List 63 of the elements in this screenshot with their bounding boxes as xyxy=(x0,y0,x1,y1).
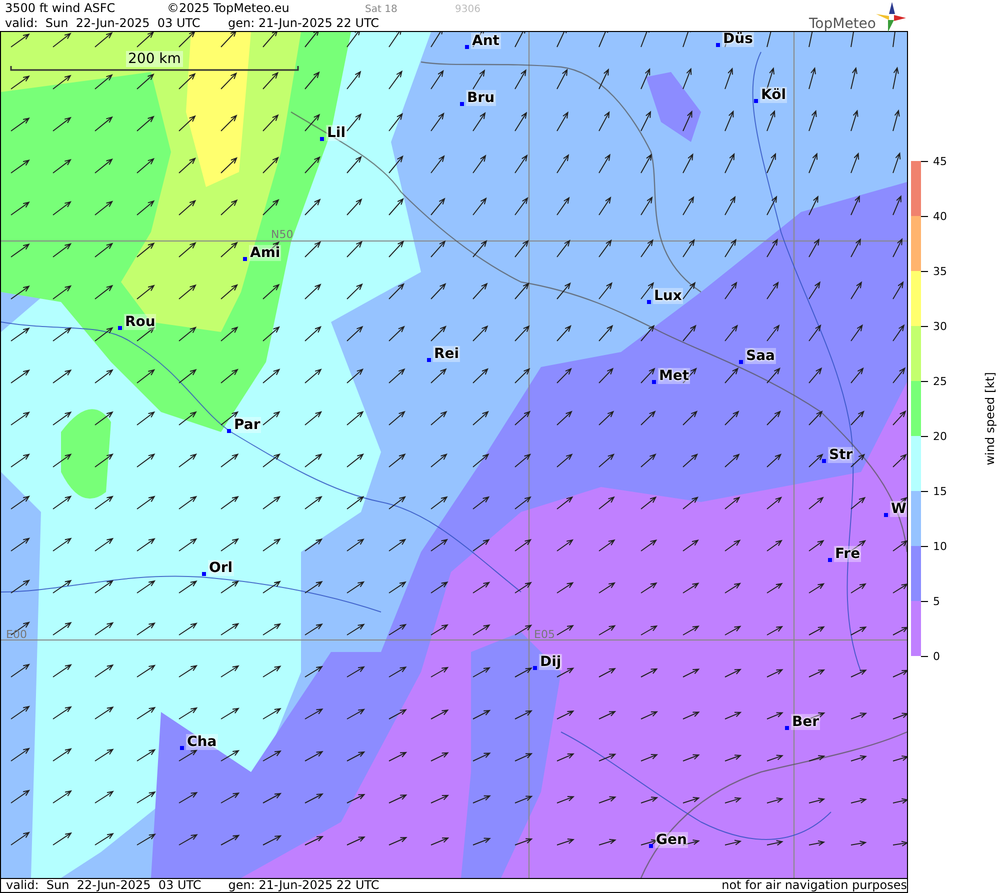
disclaimer-text: not for air navigation purposes xyxy=(722,878,907,893)
city-marker xyxy=(647,300,651,304)
valid-time: valid: Sun 22-Jun-2025 03 UTC xyxy=(5,16,202,30)
city-marker xyxy=(739,360,743,364)
generated-time: gen: 21-Jun-2025 22 UTC xyxy=(228,16,380,30)
tick-label: 45 xyxy=(933,154,947,168)
valid-time: valid: Sun 22-Jun-2025 03 UTC xyxy=(6,878,202,893)
generated-time: gen: 21-Jun-2025 22 UTC xyxy=(228,878,380,893)
compass-star-icon xyxy=(876,2,906,32)
city-label: Str xyxy=(828,447,854,463)
copyright-text: ©2025 TopMeteo.eu xyxy=(167,0,290,16)
tick-label: 0 xyxy=(933,650,940,662)
tick-label: 20 xyxy=(933,430,947,442)
city-label: Met xyxy=(658,368,690,384)
city-marker xyxy=(243,257,247,261)
tick-label: 5 xyxy=(933,594,940,608)
city-label: Saa xyxy=(745,348,776,364)
city-label: Rei xyxy=(433,346,460,362)
city-label: Fre xyxy=(834,546,862,562)
tick-label: 10 xyxy=(933,540,947,552)
scale-label: 200 km xyxy=(126,51,183,67)
grid-label: E05 xyxy=(534,628,555,641)
logo-text: TopMeteo xyxy=(809,16,876,32)
tick-label: 35 xyxy=(933,264,947,278)
city-marker xyxy=(652,380,656,384)
city-marker xyxy=(118,326,122,330)
city-label: Cha xyxy=(186,734,218,750)
city-marker xyxy=(822,459,826,463)
city-marker xyxy=(716,43,720,47)
slot-label: Sat 18 xyxy=(365,2,398,16)
city-label: Köl xyxy=(760,87,788,103)
city-label: Par xyxy=(233,417,262,433)
city-marker xyxy=(533,666,537,670)
city-marker xyxy=(427,358,431,362)
tick-label: 15 xyxy=(933,484,947,498)
city-label: Bru xyxy=(466,90,496,106)
legend-title: wind speed [kt] xyxy=(983,372,997,466)
city-label: Lil xyxy=(326,125,347,141)
city-label: Rou xyxy=(124,314,156,330)
product-title: 3500 ft wind ASFC xyxy=(5,0,116,16)
tick-label: 25 xyxy=(933,374,947,388)
city-marker xyxy=(460,102,464,106)
grid-label: N50 xyxy=(271,228,294,241)
code-label: 9306 xyxy=(455,2,480,16)
city-marker xyxy=(465,45,469,49)
tick-label: 40 xyxy=(933,210,947,222)
city-marker xyxy=(202,572,206,576)
city-marker xyxy=(785,726,789,730)
city-marker xyxy=(320,137,324,141)
city-marker xyxy=(180,746,184,750)
city-marker xyxy=(649,844,653,848)
city-marker xyxy=(754,99,758,103)
city-label: Dij xyxy=(539,654,562,670)
city-label: W xyxy=(890,501,907,517)
tick-label: 30 xyxy=(933,320,947,332)
city-marker xyxy=(828,558,832,562)
city-label: Lux xyxy=(653,288,683,304)
city-label: Gen xyxy=(655,832,688,848)
city-label: Orl xyxy=(208,560,234,576)
city-label: Ber xyxy=(791,714,820,730)
grid-label: E00 xyxy=(6,628,27,641)
city-marker xyxy=(227,429,231,433)
city-marker xyxy=(884,513,888,517)
